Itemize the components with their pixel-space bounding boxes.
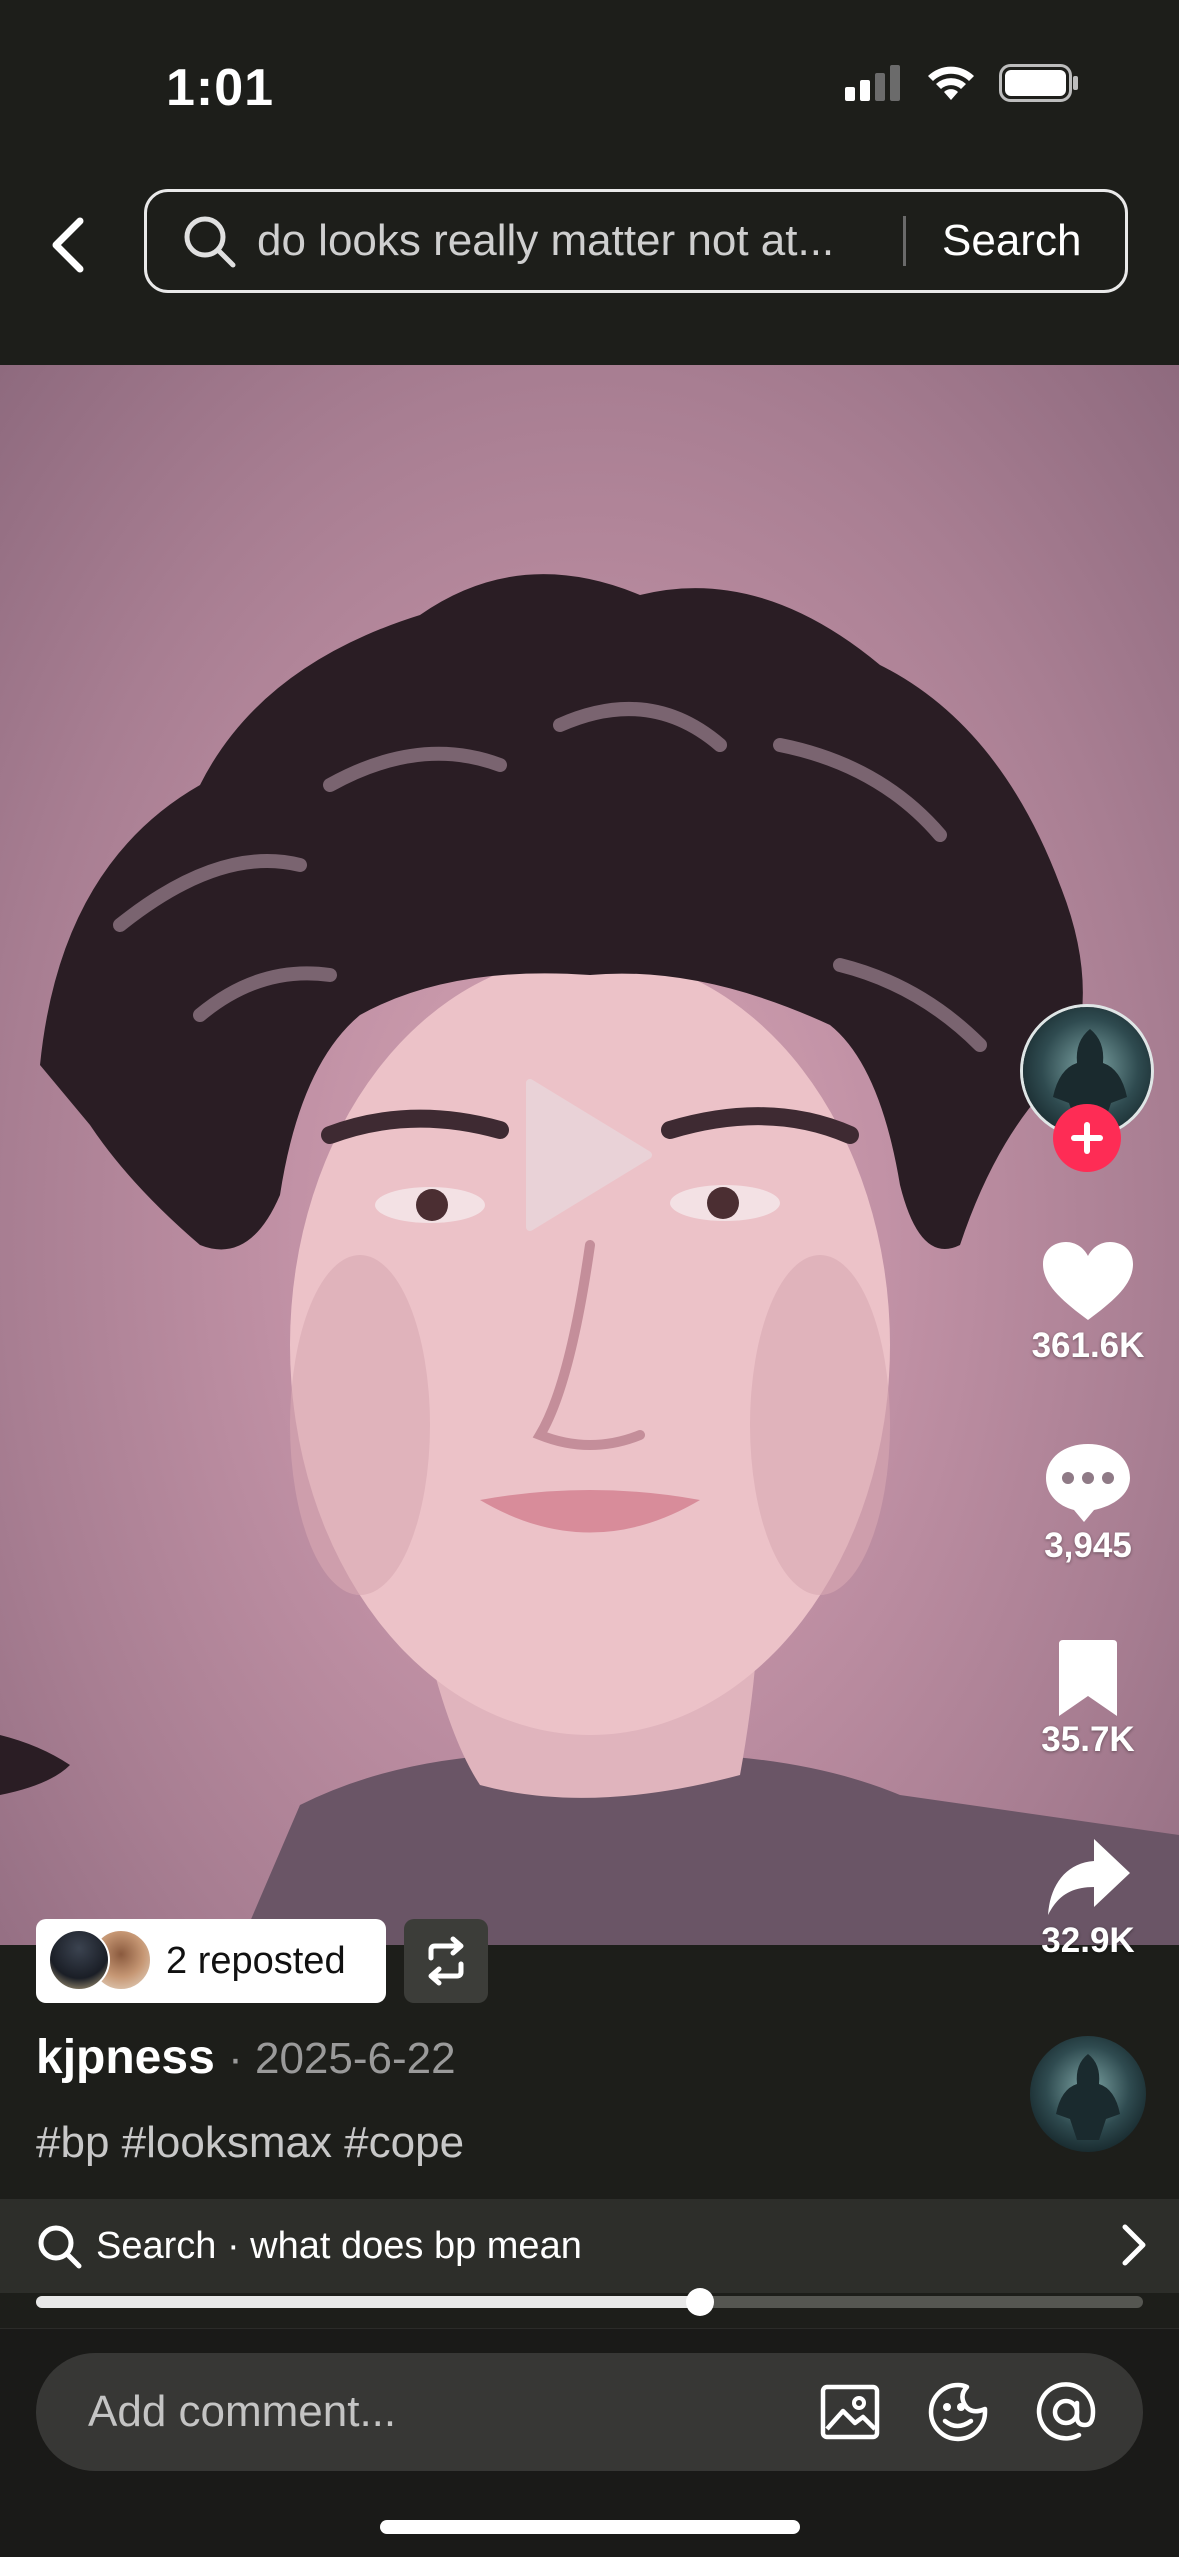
progress-knob[interactable] (686, 2288, 714, 2316)
sticker-icon[interactable] (927, 2381, 989, 2443)
signal-icon (845, 65, 900, 101)
status-icons (845, 64, 1079, 102)
wifi-icon (928, 66, 974, 100)
progress-fill (36, 2296, 700, 2308)
search-divider (903, 216, 906, 266)
heart-icon (1043, 1242, 1133, 1320)
search-icon (38, 2225, 82, 2269)
search-suggestion[interactable]: Search · what does bp mean (0, 2199, 1179, 2293)
mention-icon[interactable] (1035, 2381, 1097, 2443)
share-count: 32.9K (1041, 1921, 1135, 1960)
search-bar[interactable]: do looks really matter not at... Search (144, 189, 1128, 293)
save-count: 35.7K (1041, 1720, 1135, 1759)
repost-avatars (48, 1929, 160, 1993)
suggestion-text: Search · what does bp mean (96, 2224, 582, 2267)
repost-label: 2 reposted (166, 1939, 346, 1982)
post-date: · 2025-6-22 (228, 2034, 456, 2083)
comment-input[interactable]: Add comment... (36, 2353, 1143, 2471)
comment-button[interactable]: 3,945 (1008, 1440, 1168, 1566)
post-meta: kjpness · 2025-6-22 (36, 2030, 456, 2085)
chevron-left-icon (52, 217, 84, 273)
follow-button[interactable] (1053, 1104, 1121, 1172)
comment-count: 3,945 (1044, 1526, 1132, 1565)
repost-chip[interactable]: 2 reposted (36, 1919, 386, 2003)
share-button[interactable]: 32.9K (1008, 1835, 1168, 1961)
sound-avatar[interactable] (1030, 2036, 1146, 2152)
back-button[interactable] (40, 205, 96, 285)
share-arrow-icon (1048, 1839, 1130, 1915)
save-button[interactable]: 35.7K (1008, 1640, 1168, 1760)
home-indicator (380, 2520, 800, 2534)
author-name[interactable]: kjpness (36, 2031, 215, 2084)
repost-icon (428, 1936, 464, 1986)
comment-placeholder[interactable]: Add comment... (88, 2387, 819, 2437)
status-time: 1:01 (166, 59, 275, 117)
plus-icon (1071, 1122, 1103, 1154)
search-icon (184, 216, 236, 268)
sound-disc-image (1030, 2036, 1146, 2152)
like-button[interactable]: 361.6K (1008, 1240, 1168, 1366)
comment-bubble-icon (1046, 1444, 1130, 1522)
like-count: 361.6K (1031, 1326, 1145, 1365)
play-icon[interactable] (520, 1075, 655, 1235)
search-query[interactable]: do looks really matter not at... (257, 216, 887, 266)
bookmark-icon (1059, 1640, 1117, 1716)
reposter-avatar (48, 1929, 110, 1991)
chevron-right-icon (1122, 2224, 1146, 2266)
hashtags[interactable]: #bp #looksmax #cope (36, 2118, 464, 2168)
image-icon[interactable] (819, 2381, 881, 2443)
search-button[interactable]: Search (942, 216, 1081, 266)
repost-button[interactable] (404, 1919, 488, 2003)
battery-icon (999, 64, 1078, 102)
